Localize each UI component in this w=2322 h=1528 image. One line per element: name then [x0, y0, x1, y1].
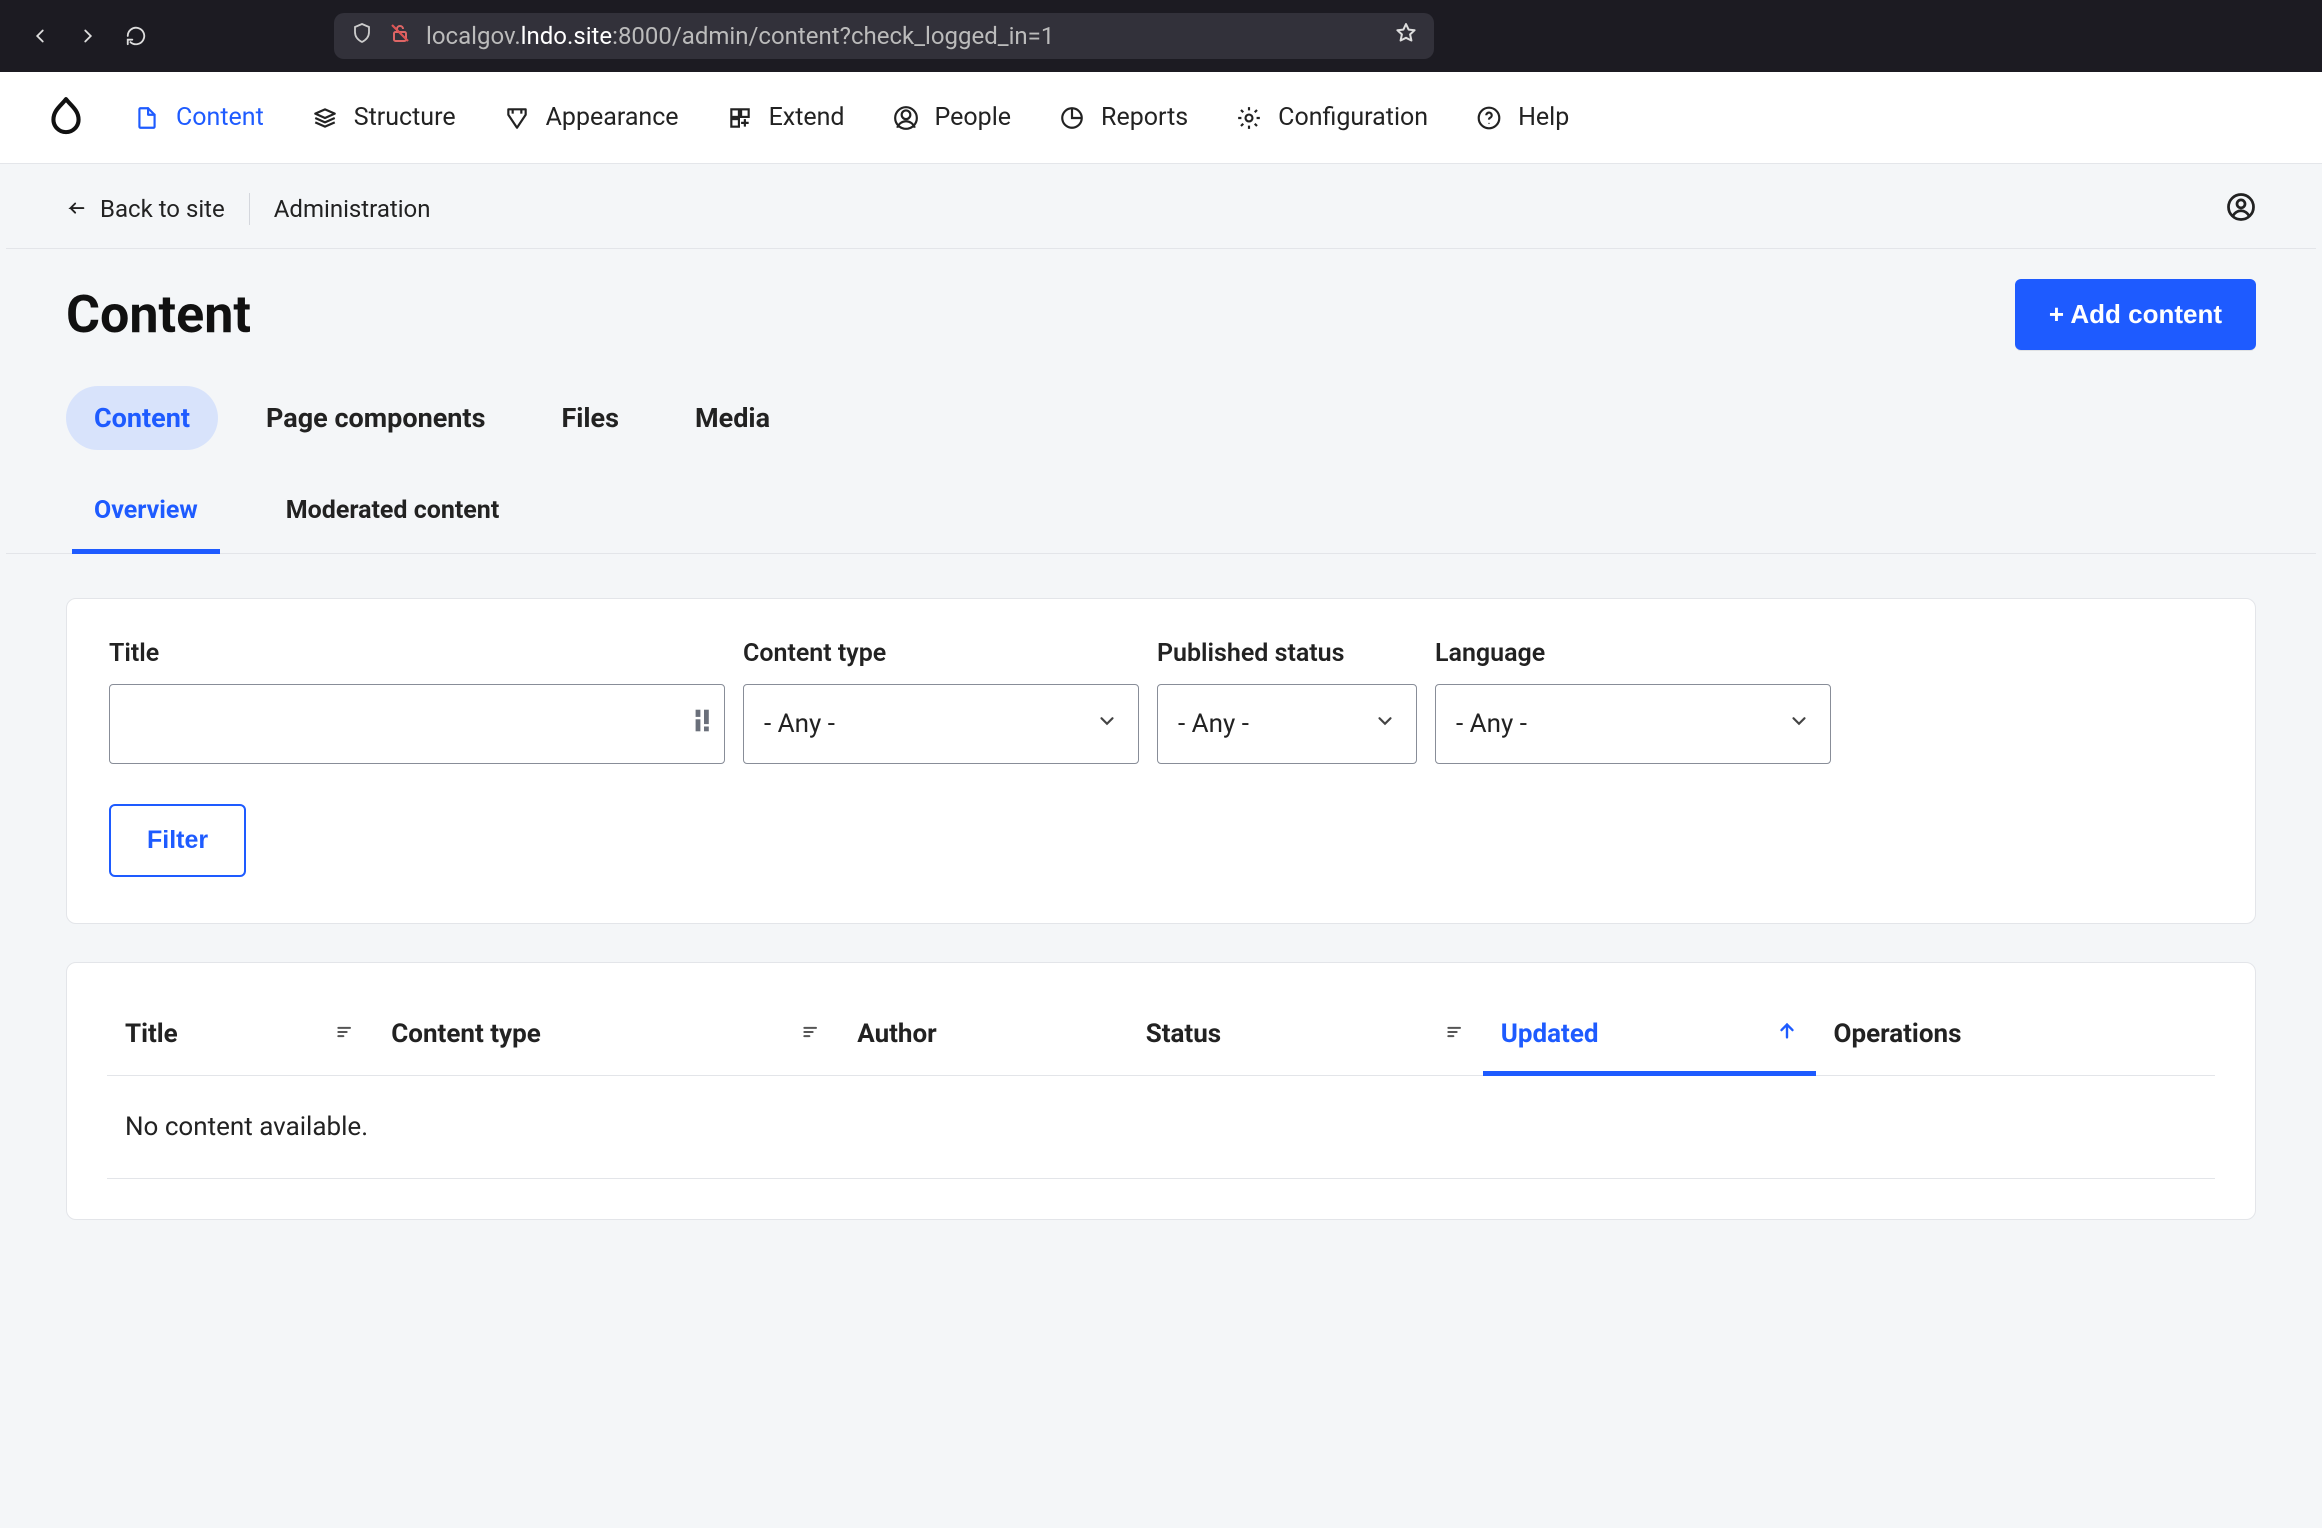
- browser-back-button[interactable]: [20, 16, 60, 56]
- browser-reload-button[interactable]: [116, 16, 156, 56]
- filter-language-label: Language: [1435, 639, 1831, 668]
- breadcrumb-item[interactable]: Administration: [274, 195, 431, 223]
- nav-label: Extend: [769, 103, 845, 132]
- chevron-down-icon: [1374, 709, 1396, 739]
- autofill-icon: [694, 709, 714, 740]
- nav-configuration[interactable]: Configuration: [1236, 103, 1428, 132]
- col-label: Updated: [1501, 1019, 1599, 1049]
- admin-toolbar: Content Structure Appearance Extend Peop…: [0, 72, 2322, 164]
- col-label: Author: [857, 1019, 936, 1049]
- breadcrumb-bar: Back to site Administration: [6, 164, 2316, 249]
- browser-chrome: localgov.lndo.site:8000/admin/content?ch…: [0, 0, 2322, 72]
- chevron-down-icon: [1096, 709, 1118, 739]
- shield-icon: [350, 21, 374, 51]
- nav-help[interactable]: Help: [1476, 103, 1569, 132]
- filter-content-type-select[interactable]: - Any -: [743, 684, 1139, 764]
- col-status[interactable]: Status: [1128, 983, 1483, 1076]
- content-table-card: Title Content type: [66, 962, 2256, 1220]
- insecure-icon: [388, 21, 412, 51]
- page-header: Content + Add content: [0, 249, 2322, 366]
- filter-status-field: Published status - Any -: [1157, 639, 1417, 764]
- empty-message: No content available.: [107, 1076, 2215, 1179]
- col-label: Status: [1146, 1019, 1221, 1049]
- sort-icon: [1445, 1019, 1465, 1049]
- col-title[interactable]: Title: [107, 983, 373, 1076]
- back-to-site-label: Back to site: [100, 195, 225, 223]
- secondary-tabs: Overview Moderated content: [6, 480, 2316, 554]
- user-profile-button[interactable]: [2226, 192, 2256, 226]
- table-empty-row: No content available.: [107, 1076, 2215, 1179]
- nav-structure[interactable]: Structure: [312, 103, 456, 132]
- col-label: Title: [125, 1019, 178, 1049]
- add-content-button[interactable]: + Add content: [2015, 279, 2256, 350]
- nav-label: Configuration: [1278, 103, 1428, 132]
- filter-title-field: Title: [109, 639, 725, 764]
- filter-content-type-label: Content type: [743, 639, 1139, 668]
- drupal-logo-icon[interactable]: [46, 95, 86, 141]
- tab-content[interactable]: Content: [66, 386, 218, 450]
- filter-language-field: Language - Any -: [1435, 639, 1831, 764]
- tab-media[interactable]: Media: [667, 386, 798, 450]
- col-operations: Operations: [1816, 983, 2215, 1076]
- select-value: - Any -: [1178, 709, 1249, 739]
- primary-tabs: Content Page components Files Media: [0, 386, 2322, 450]
- chevron-down-icon: [1788, 709, 1810, 739]
- page-title: Content: [66, 284, 251, 345]
- sort-icon: [335, 1019, 355, 1049]
- nav-label: People: [935, 103, 1012, 132]
- nav-people[interactable]: People: [893, 103, 1012, 132]
- nav-label: Structure: [354, 103, 456, 132]
- filter-content-type-field: Content type - Any -: [743, 639, 1139, 764]
- subtab-overview[interactable]: Overview: [72, 480, 220, 554]
- sort-asc-icon: [1776, 1019, 1798, 1049]
- nav-label: Content: [176, 103, 264, 132]
- col-label: Content type: [391, 1019, 541, 1049]
- browser-forward-button[interactable]: [68, 16, 108, 56]
- select-value: - Any -: [1456, 709, 1527, 739]
- filter-button[interactable]: Filter: [109, 804, 246, 877]
- filter-title-input[interactable]: [130, 685, 704, 763]
- url-bar[interactable]: localgov.lndo.site:8000/admin/content?ch…: [334, 13, 1434, 59]
- col-author[interactable]: Author: [839, 983, 1127, 1076]
- nav-label: Reports: [1101, 103, 1188, 132]
- nav-reports[interactable]: Reports: [1059, 103, 1188, 132]
- filter-language-select[interactable]: - Any -: [1435, 684, 1831, 764]
- filter-title-label: Title: [109, 639, 725, 668]
- divider: [249, 193, 250, 225]
- url-text: localgov.lndo.site:8000/admin/content?ch…: [426, 22, 1380, 50]
- nav-label: Help: [1518, 103, 1569, 132]
- subtab-moderated[interactable]: Moderated content: [264, 480, 522, 554]
- bookmark-star-icon[interactable]: [1394, 21, 1418, 51]
- col-content-type[interactable]: Content type: [373, 983, 839, 1076]
- nav-content[interactable]: Content: [134, 103, 264, 132]
- col-label: Operations: [1834, 1019, 1962, 1049]
- col-updated[interactable]: Updated: [1483, 983, 1816, 1076]
- nav-label: Appearance: [546, 103, 679, 132]
- filter-status-label: Published status: [1157, 639, 1417, 668]
- nav-extend[interactable]: Extend: [727, 103, 845, 132]
- select-value: - Any -: [764, 709, 835, 739]
- sort-icon: [801, 1019, 821, 1049]
- back-to-site-link[interactable]: Back to site: [66, 195, 225, 223]
- filter-status-select[interactable]: - Any -: [1157, 684, 1417, 764]
- filter-card: Title Content type - Any - Published sta…: [66, 598, 2256, 924]
- tab-page-components[interactable]: Page components: [238, 386, 513, 450]
- tab-files[interactable]: Files: [533, 386, 647, 450]
- content-table: Title Content type: [107, 983, 2215, 1179]
- nav-appearance[interactable]: Appearance: [504, 103, 679, 132]
